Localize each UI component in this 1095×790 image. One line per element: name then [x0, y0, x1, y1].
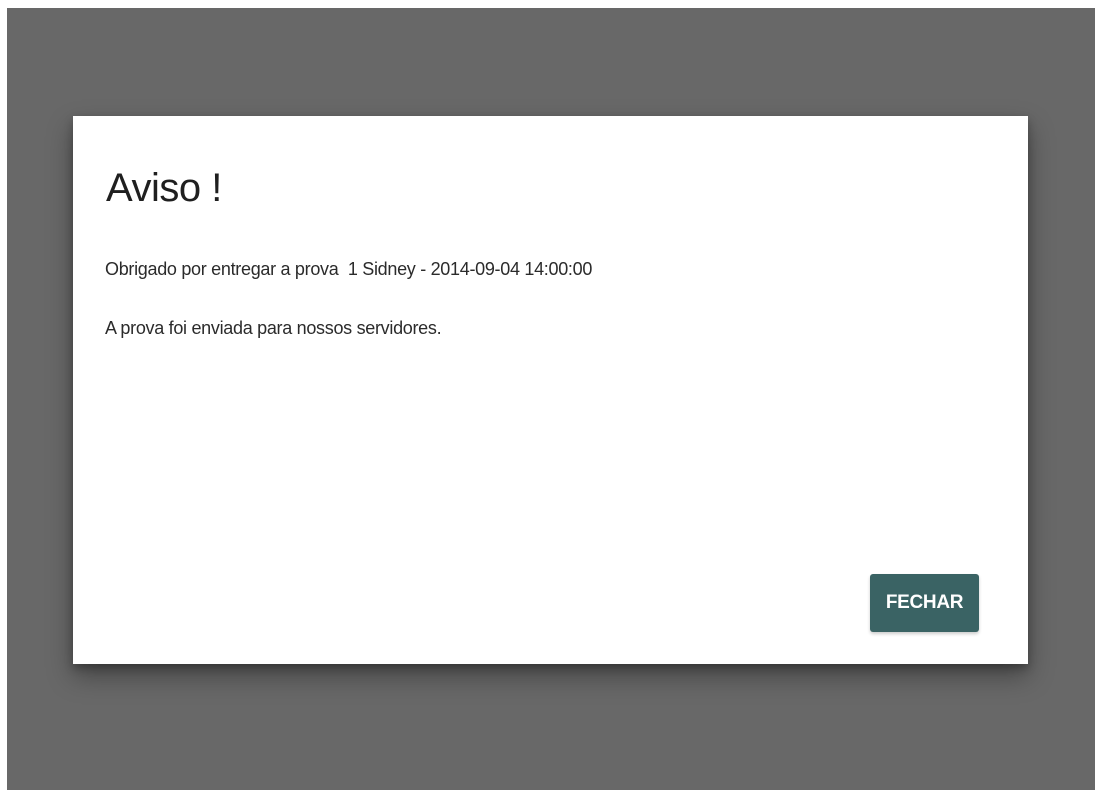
close-button[interactable]: FECHAR: [870, 574, 979, 632]
alert-dialog: Aviso ! Obrigado por entregar a prova 1 …: [73, 116, 1028, 664]
dialog-title: Aviso !: [106, 166, 222, 210]
dialog-message-submitted: Obrigado por entregar a prova 1 Sidney -…: [105, 259, 593, 279]
dialog-message-sent: A prova foi enviada para nossos servidor…: [105, 318, 442, 338]
